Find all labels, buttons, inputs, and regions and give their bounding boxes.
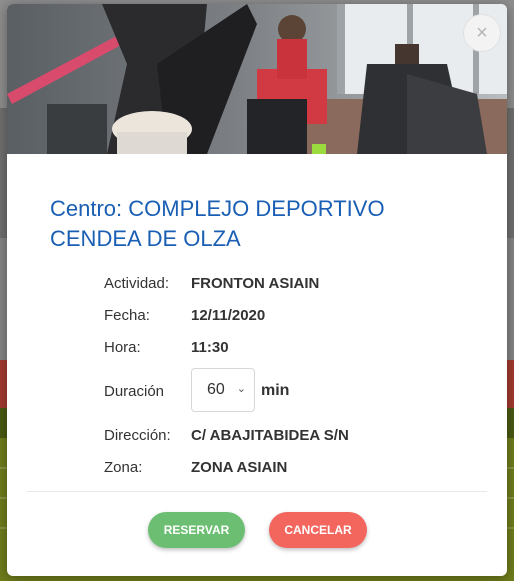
- actividad-value: FRONTON ASIAIN: [191, 275, 320, 292]
- detail-row-actividad: Actividad: FRONTON ASIAIN: [104, 274, 484, 306]
- booking-modal: × Centro: COMPLEJO DEPORTIVO CENDEA DE O…: [7, 4, 507, 576]
- close-icon: ×: [476, 22, 488, 44]
- detail-row-direccion: Dirección: C/ ABAJITABIDEA S/N: [104, 426, 484, 458]
- hero-image: [7, 4, 507, 154]
- booking-details: Actividad: FRONTON ASIAIN Fecha: 12/11/2…: [104, 274, 484, 490]
- modal-title: Centro: COMPLEJO DEPORTIVO CENDEA DE OLZ…: [50, 196, 385, 251]
- direccion-label: Dirección:: [104, 427, 171, 444]
- cancel-button[interactable]: CANCELAR: [269, 512, 367, 548]
- detail-row-hora: Hora: 11:30: [104, 338, 484, 370]
- fecha-label: Fecha:: [104, 307, 150, 324]
- detail-row-fecha: Fecha: 12/11/2020: [104, 306, 484, 338]
- detail-row-duracion: Duración 60 ⌄ min: [104, 368, 484, 426]
- duration-select-value: 60: [207, 381, 225, 398]
- chevron-down-icon: ⌄: [236, 383, 246, 395]
- hora-value: 11:30: [191, 339, 229, 356]
- hora-label: Hora:: [104, 339, 141, 356]
- duration-unit: min: [261, 382, 290, 399]
- zona-value: ZONA ASIAIN: [191, 459, 288, 476]
- actividad-label: Actividad:: [104, 275, 170, 292]
- fecha-value: 12/11/2020: [191, 307, 266, 324]
- reserve-button[interactable]: RESERVAR: [148, 512, 245, 548]
- zona-label: Zona:: [104, 459, 143, 476]
- duration-select[interactable]: 60 ⌄: [191, 368, 255, 412]
- duracion-label: Duración: [104, 383, 165, 400]
- footer-divider: [27, 491, 487, 492]
- detail-row-zona: Zona: ZONA ASIAIN: [104, 458, 484, 490]
- direccion-value: C/ ABAJITABIDEA S/N: [191, 427, 349, 444]
- close-button[interactable]: ×: [463, 14, 501, 52]
